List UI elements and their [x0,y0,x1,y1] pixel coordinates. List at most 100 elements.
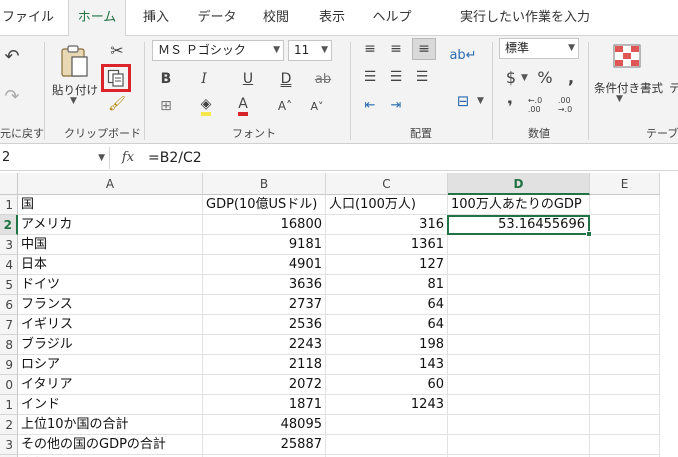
cell-e5[interactable] [590,275,660,295]
column-header-b[interactable]: B [203,173,326,195]
cell-d7[interactable] [448,315,590,335]
percent-button[interactable]: % [535,66,555,88]
decrease-decimal-button[interactable]: .00 →.0 [554,94,576,116]
cell-d5[interactable] [448,275,590,295]
column-header-e[interactable]: E [590,173,660,195]
cell-e9[interactable] [590,355,660,375]
cell-e1[interactable] [590,195,660,215]
cell-a6[interactable]: フランス [18,295,203,315]
number-format-combo[interactable]: 標準 ▼ [499,38,579,59]
cell-c10[interactable]: 60 [326,375,448,395]
cell-b10[interactable]: 2072 [203,375,326,395]
italic-button[interactable]: I [193,68,215,90]
cell-c6[interactable]: 64 [326,295,448,315]
paste-dropdown-icon[interactable]: ▼ [70,96,77,106]
cell-e6[interactable] [590,295,660,315]
cell-b8[interactable]: 2243 [203,335,326,355]
cell-d13[interactable] [448,435,590,455]
cell-b13[interactable]: 25887 [203,435,326,455]
cell-d8[interactable] [448,335,590,355]
cell-d9[interactable] [448,355,590,375]
row-header[interactable]: 0 [0,375,18,395]
copy-button[interactable] [101,64,131,92]
row-header[interactable]: 6 [0,295,18,315]
conditional-formatting-icon[interactable] [613,44,641,68]
cell-c13[interactable] [326,435,448,455]
worksheet-grid[interactable]: ABCDE 12345678901234 国GDP(10億USドル)人口(100… [0,173,678,457]
name-box[interactable]: 2 ▼ [0,147,110,169]
paste-button[interactable]: 貼り付け ▼ [52,42,98,106]
align-center-icon[interactable]: ☰ [386,68,406,86]
tab-help[interactable]: ヘルプ [366,0,418,36]
cell-c1[interactable]: 人口(100万人) [326,195,448,215]
cell-d10[interactable] [448,375,590,395]
format-painter-icon[interactable]: 🖌 [106,94,128,114]
merge-center-icon[interactable]: ⊟ [452,90,474,112]
row-header[interactable]: 3 [0,435,18,455]
increase-decimal-button[interactable]: ←.0 .00 [524,94,546,116]
cell-a11[interactable]: インド [18,395,203,415]
cell-c4[interactable]: 127 [326,255,448,275]
cell-d6[interactable] [448,295,590,315]
decrease-indent-icon[interactable]: ⇤ [360,96,380,114]
row-header[interactable]: 7 [0,315,18,335]
fill-handle[interactable] [586,231,592,237]
cell-a5[interactable]: ドイツ [18,275,203,295]
comma-icon[interactable]: ❜ [502,96,518,116]
cell-b6[interactable]: 2737 [203,295,326,315]
cell-a12[interactable]: 上位10か国の合計 [18,415,203,435]
cell-e10[interactable] [590,375,660,395]
cell-b2[interactable]: 16800 [203,215,326,235]
cell-a3[interactable]: 中国 [18,235,203,255]
cell-d12[interactable] [448,415,590,435]
cell-c2[interactable]: 316 [326,215,448,235]
cell-d11[interactable] [448,395,590,415]
currency-button[interactable]: $ [502,66,520,88]
cut-icon[interactable]: ✂ [106,40,128,60]
row-header[interactable]: 9 [0,355,18,375]
format-as-table-label[interactable]: テ [669,80,678,96]
tab-insert[interactable]: 挿入 [134,0,178,36]
cell-a9[interactable]: ロシア [18,355,203,375]
fill-color-icon[interactable]: ◈ [194,94,218,118]
font-name-combo[interactable]: ＭＳ Ｐゴシック ▼ [152,40,284,61]
cell-d4[interactable] [448,255,590,275]
align-left-icon[interactable]: ☰ [360,68,380,86]
grow-font-button[interactable]: A˄ [274,96,296,116]
row-header[interactable]: 2 [0,415,18,435]
redo-icon[interactable]: ↷ [2,86,22,107]
borders-icon[interactable]: ⊞ [152,96,180,116]
cell-a1[interactable]: 国 [18,195,203,215]
increase-indent-icon[interactable]: ⇥ [386,96,406,114]
formula-input[interactable]: =B2/C2 [148,147,202,169]
cell-e7[interactable] [590,315,660,335]
cell-e3[interactable] [590,235,660,255]
tab-home[interactable]: ホーム [68,0,126,37]
cell-c9[interactable]: 143 [326,355,448,375]
cell-a4[interactable]: 日本 [18,255,203,275]
align-bottom-icon[interactable]: ≡ [412,38,436,60]
cell-e11[interactable] [590,395,660,415]
tab-data[interactable]: データ [190,0,244,36]
cell-e4[interactable] [590,255,660,275]
cell-c12[interactable] [326,415,448,435]
cell-a8[interactable]: ブラジル [18,335,203,355]
strikethrough-button[interactable]: ab [312,68,334,90]
font-size-combo[interactable]: 11 ▼ [288,40,332,61]
column-header-c[interactable]: C [326,173,448,195]
cell-b7[interactable]: 2536 [203,315,326,335]
cell-a7[interactable]: イギリス [18,315,203,335]
tab-view[interactable]: 表示 [310,0,354,36]
cell-a2[interactable]: アメリカ [18,215,203,235]
cell-b12[interactable]: 48095 [203,415,326,435]
chevron-down-icon[interactable]: ▼ [616,94,623,104]
row-header[interactable]: 4 [0,255,18,275]
shrink-font-button[interactable]: A˅ [306,96,328,116]
font-color-button[interactable]: A [232,94,254,118]
column-header-a[interactable]: A [18,173,203,195]
align-right-icon[interactable]: ☰ [412,68,432,86]
row-header[interactable]: 1 [0,395,18,415]
cell-b5[interactable]: 3636 [203,275,326,295]
cell-b9[interactable]: 2118 [203,355,326,375]
cell-e12[interactable] [590,415,660,435]
